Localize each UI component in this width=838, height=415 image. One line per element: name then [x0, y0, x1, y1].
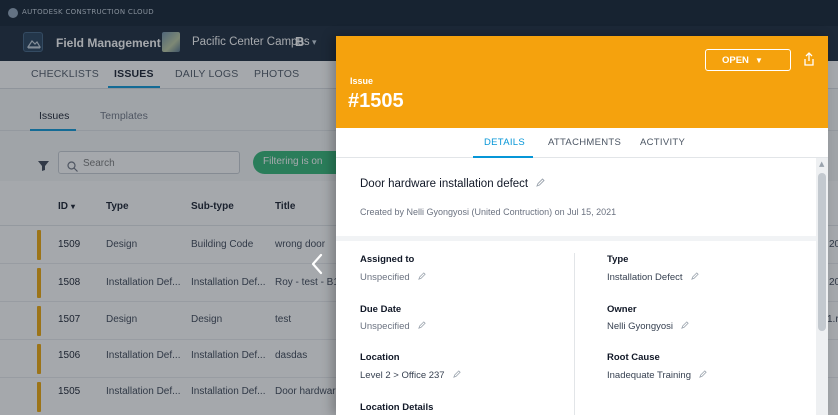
edit-pencil-icon[interactable] — [417, 272, 426, 283]
issue-detail-panel: Issue #1505 OPEN ▼ DETAILS ATTACHMENTS AC… — [336, 36, 828, 415]
status-dropdown[interactable]: OPEN ▼ — [705, 49, 791, 71]
share-icon[interactable] — [803, 51, 815, 70]
edit-pencil-icon[interactable] — [699, 370, 707, 381]
type-text: Installation Defect — [607, 272, 683, 284]
tab-activity[interactable]: ACTIVITY — [640, 137, 685, 148]
scroll-up-arrow-icon[interactable]: ▲ — [819, 160, 824, 168]
location-value[interactable]: Level 2 > Office 237 — [360, 370, 461, 381]
due-date-text: Unspecified — [360, 321, 410, 333]
chevron-down-icon: ▼ — [754, 56, 763, 65]
type-label: Type — [607, 254, 629, 265]
edit-pencil-icon[interactable] — [417, 321, 426, 332]
tab-details[interactable]: DETAILS — [484, 137, 525, 148]
title-card — [336, 158, 816, 236]
root-cause-label: Root Cause — [607, 352, 660, 363]
due-date-label: Due Date — [360, 304, 402, 315]
location-details-label: Location Details — [360, 402, 434, 413]
owner-label: Owner — [607, 304, 637, 315]
issue-title-row[interactable]: Door hardware installation defect — [360, 178, 545, 190]
created-by-text: Created by Nelli Gyongyosi (United Contr… — [360, 207, 617, 217]
assigned-to-value[interactable]: Unspecified — [360, 272, 426, 283]
issue-title: Door hardware installation defect — [360, 178, 529, 191]
scrollbar-thumb[interactable] — [818, 173, 826, 331]
location-label: Location — [360, 352, 400, 363]
column-divider — [574, 253, 575, 415]
status-label: OPEN — [722, 55, 749, 66]
owner-value[interactable]: Nelli Gyongyosi — [607, 321, 689, 332]
edit-pencil-icon[interactable] — [681, 321, 689, 332]
root-cause-text: Inadequate Training — [607, 370, 691, 382]
root-cause-value[interactable]: Inadequate Training — [607, 370, 707, 381]
issue-kicker: Issue — [350, 76, 374, 86]
assigned-to-text: Unspecified — [360, 272, 410, 284]
due-date-value[interactable]: Unspecified — [360, 321, 426, 332]
edit-pencil-icon[interactable] — [690, 272, 699, 283]
tab-attachments[interactable]: ATTACHMENTS — [548, 137, 621, 148]
assigned-to-label: Assigned to — [360, 254, 415, 265]
edit-pencil-icon[interactable] — [536, 178, 545, 190]
owner-text: Nelli Gyongyosi — [607, 321, 673, 333]
edit-pencil-icon[interactable] — [452, 370, 461, 381]
collapse-panel-chevron-left-icon[interactable] — [310, 253, 324, 279]
location-text: Level 2 > Office 237 — [360, 370, 445, 382]
issue-number: #1505 — [348, 90, 404, 112]
type-value[interactable]: Installation Defect — [607, 272, 699, 283]
